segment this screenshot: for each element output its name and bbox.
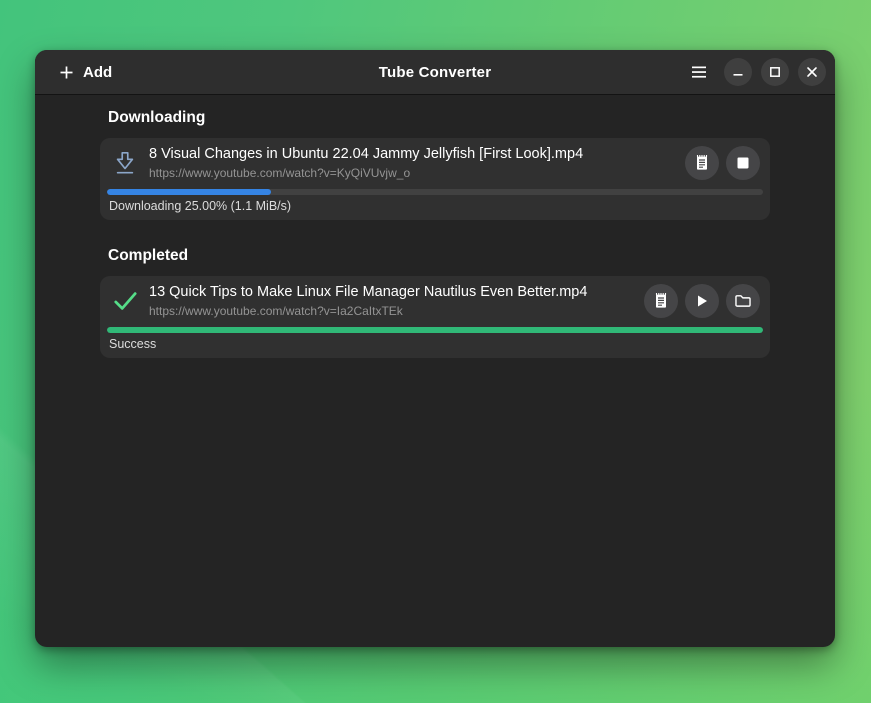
close-button[interactable] [798, 58, 826, 86]
main-menu-button[interactable] [683, 56, 715, 88]
download-icon [108, 149, 142, 177]
add-button[interactable]: Add [49, 58, 122, 87]
stop-button[interactable] [726, 146, 760, 180]
section-header-completed: Completed [108, 247, 770, 265]
section-header-downloading: Downloading [108, 109, 770, 127]
download-list: Downloading 8 Visual Changes in Ubuntu 2… [100, 109, 770, 358]
add-button-label: Add [83, 64, 112, 81]
media-title: 8 Visual Changes in Ubuntu 22.04 Jammy J… [149, 145, 675, 164]
view-log-button[interactable] [685, 146, 719, 180]
play-icon [695, 294, 709, 308]
minimize-button[interactable] [724, 58, 752, 86]
media-url: https://www.youtube.com/watch?v=KyQiVUvj… [149, 165, 675, 181]
download-row: 8 Visual Changes in Ubuntu 22.04 Jammy J… [100, 138, 770, 220]
check-icon [108, 289, 142, 313]
tube-converter-window: Add Tube Converter [35, 50, 835, 647]
log-icon [653, 292, 669, 309]
stop-icon [737, 157, 749, 169]
header-controls [683, 56, 826, 88]
folder-icon [734, 293, 752, 308]
close-icon [806, 66, 818, 78]
headerbar: Add Tube Converter [35, 50, 835, 94]
maximize-button[interactable] [761, 58, 789, 86]
play-button[interactable] [685, 284, 719, 318]
completed-row: 13 Quick Tips to Make Linux File Manager… [100, 276, 770, 358]
media-url: https://www.youtube.com/watch?v=Ia2CaItx… [149, 303, 634, 319]
download-status: Downloading 25.00% (1.1 MiB/s) [100, 195, 770, 220]
view-log-button[interactable] [644, 284, 678, 318]
hamburger-menu-icon [691, 65, 707, 79]
open-folder-button[interactable] [726, 284, 760, 318]
media-title: 13 Quick Tips to Make Linux File Manager… [149, 283, 634, 302]
minimize-icon [732, 66, 744, 78]
completed-status: Success [100, 333, 770, 358]
plus-icon [59, 65, 74, 80]
log-icon [694, 154, 710, 171]
maximize-icon [769, 66, 781, 78]
